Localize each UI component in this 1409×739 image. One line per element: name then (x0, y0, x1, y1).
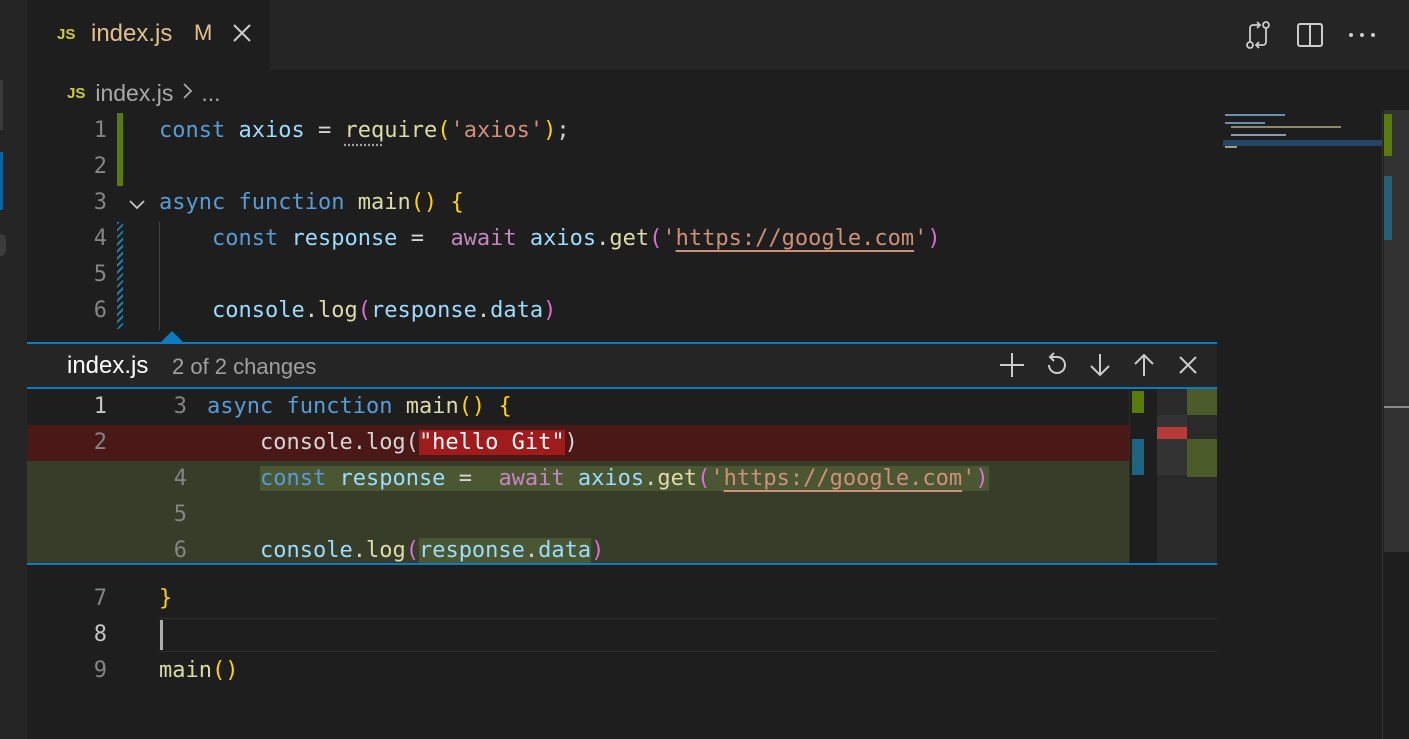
line-number: 6 (27, 293, 107, 329)
diff-line-added[interactable]: 6 console.log(response.data) (27, 533, 1129, 565)
original-line-number: 2 (27, 425, 107, 461)
modified-marker (1384, 176, 1392, 240)
next-change-icon[interactable] (1085, 350, 1115, 380)
code-text: async function main() { (207, 389, 512, 425)
javascript-file-icon: JS (57, 26, 75, 43)
modified-badge: M (194, 20, 212, 46)
code-line[interactable]: 4 const response = await axios.get('http… (27, 221, 1217, 257)
javascript-file-icon: JS (67, 85, 85, 102)
minimap-removed (1157, 427, 1187, 439)
code-line[interactable]: 6 console.log(response.data) (27, 293, 1217, 329)
peek-actions (997, 350, 1203, 380)
code-line[interactable]: 9 main() (27, 653, 1217, 689)
code-line[interactable]: 5 (27, 257, 1217, 293)
code-line[interactable]: 2 (27, 149, 1217, 185)
minimap-line (1231, 126, 1341, 128)
code-text: main() (159, 653, 238, 689)
diff-line-added[interactable]: 4 const response = await axios.get('http… (27, 461, 1129, 497)
line-number: 7 (27, 581, 107, 617)
close-icon[interactable] (1173, 350, 1203, 380)
line-number: 1 (27, 113, 107, 149)
activity-bar-edge (0, 0, 27, 739)
diff-line[interactable]: 1 3 async function main() { (27, 389, 1129, 425)
line-number: 2 (27, 149, 107, 185)
modified-marker (1132, 439, 1144, 475)
editor-title-actions (1241, 18, 1379, 52)
minimap-line (1231, 134, 1286, 136)
activity-indicator-active (0, 152, 3, 210)
modified-line-number: 6 (127, 533, 187, 565)
added-marker (1384, 114, 1392, 156)
minimap-added (1187, 439, 1217, 477)
breadcrumb-symbol[interactable]: ... (201, 80, 220, 107)
diff-editor[interactable]: 1 3 async function main() { 2 console.lo… (27, 389, 1217, 565)
modified-line-number: 4 (127, 461, 187, 497)
peek-arrow (161, 331, 183, 342)
close-icon[interactable] (229, 20, 255, 50)
more-actions-icon[interactable] (1345, 18, 1379, 52)
vertical-scrollbar[interactable] (1382, 110, 1409, 739)
minimap-line (1225, 122, 1265, 124)
code-line[interactable]: 1 const axios = require('axios'); (27, 113, 1217, 149)
dirty-diff-peek-header: index.js 2 of 2 changes (27, 342, 1217, 389)
code-text: console.log(response.data) (207, 533, 604, 565)
line-number: 5 (27, 257, 107, 293)
line-number: 9 (27, 653, 107, 689)
breadcrumb-file[interactable]: index.js (95, 80, 173, 107)
original-line-number: 1 (27, 389, 107, 425)
tab-index-js[interactable]: JS index.js M (27, 0, 270, 70)
cursor-position-marker (1384, 406, 1409, 408)
modified-line-number: 5 (127, 497, 187, 533)
chevron-right-icon (181, 80, 193, 106)
line-number: 4 (27, 221, 107, 257)
code-text: const response = await axios.get('https:… (207, 461, 989, 497)
minimap-line (1225, 146, 1237, 148)
minimap-added (1187, 389, 1217, 415)
code-text: } (159, 581, 172, 617)
code-text: const response = await axios.get('https:… (159, 221, 941, 257)
code-line[interactable]: 8 (27, 617, 1217, 653)
code-text: console.log(response.data) (159, 293, 556, 329)
modified-line-number: 3 (127, 389, 187, 425)
peek-change-count: 2 of 2 changes (172, 354, 316, 380)
breadcrumb: JS index.js ... (67, 76, 221, 110)
revert-change-icon[interactable] (1041, 350, 1071, 380)
stage-change-icon[interactable] (997, 350, 1027, 380)
diff-minimap[interactable] (1157, 389, 1217, 565)
added-marker (1132, 391, 1144, 413)
open-changes-icon[interactable] (1241, 18, 1275, 52)
split-editor-icon[interactable] (1293, 18, 1327, 52)
minimap-shade (1157, 415, 1187, 475)
text-cursor (160, 620, 163, 650)
previous-change-icon[interactable] (1129, 350, 1159, 380)
diff-line-added[interactable]: 5 (27, 497, 1129, 533)
line-number: 8 (27, 617, 107, 653)
minimap-viewport (1223, 140, 1383, 146)
code-line[interactable]: 3 async function main() { (27, 185, 1217, 221)
diff-overview-ruler[interactable] (1129, 389, 1157, 565)
activity-indicator (0, 234, 6, 256)
diff-line-removed[interactable]: 2 console.log("hello Git") (27, 425, 1129, 461)
minimap-line (1225, 114, 1285, 116)
line-number: 3 (27, 185, 107, 221)
tab-label: index.js (91, 20, 172, 48)
code-line[interactable]: 7 } (27, 581, 1217, 617)
activity-indicator (0, 80, 3, 130)
peek-file-name: index.js (67, 352, 148, 380)
code-text: console.log("hello Git") (207, 425, 578, 461)
minimap[interactable] (1217, 110, 1382, 739)
code-text: async function main() { (159, 185, 464, 221)
code-text: const axios = require('axios'); (159, 113, 570, 149)
